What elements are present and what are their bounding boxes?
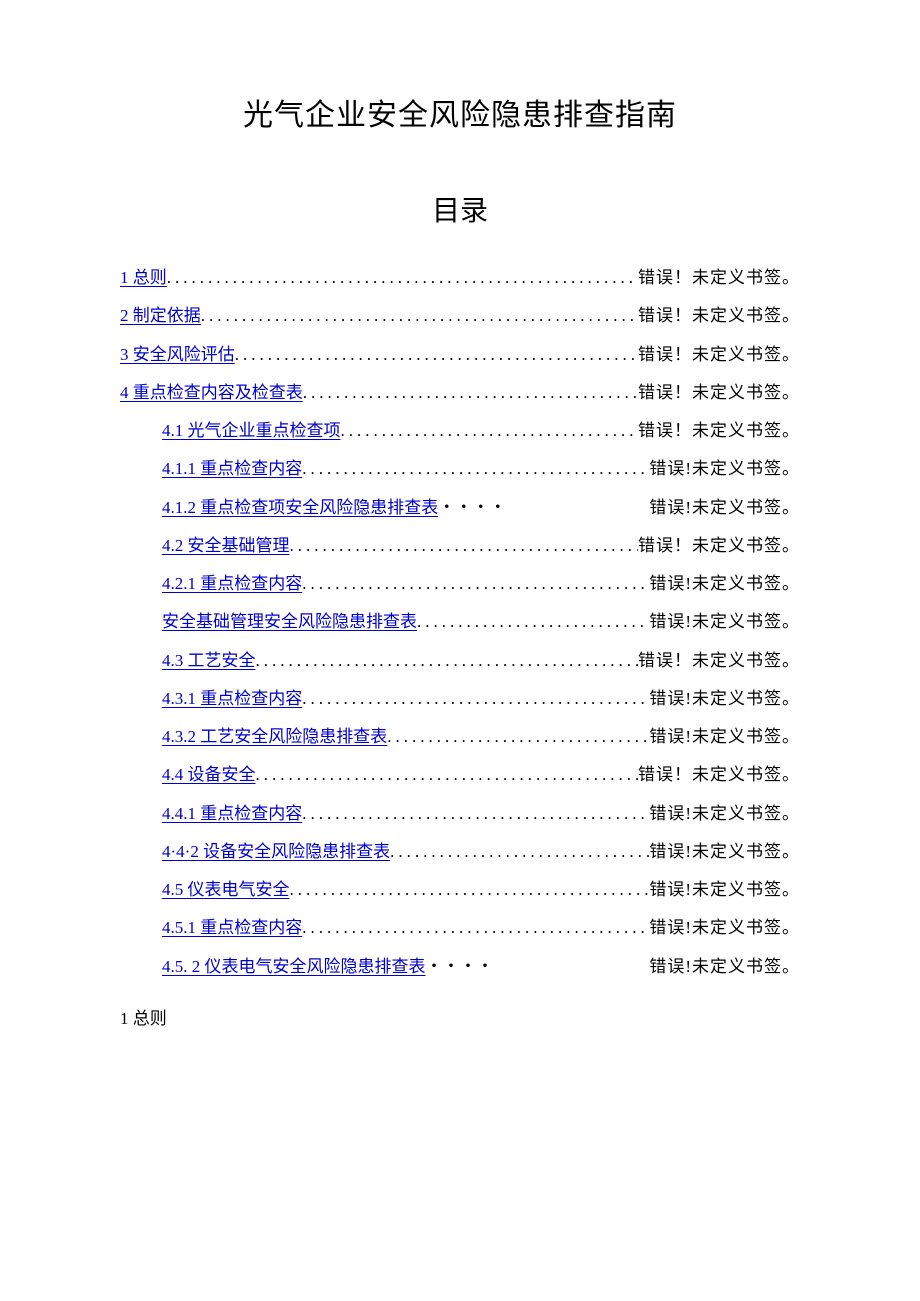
toc-page-ref: 错误!未定义书签。 bbox=[649, 833, 800, 871]
toc-page-ref: 错误！未定义书签。 bbox=[638, 336, 800, 374]
toc-item: 4.4.1 重点检查内容............................… bbox=[120, 795, 800, 833]
toc-link[interactable]: 4.3.2 工艺安全风险隐患排查表 bbox=[162, 718, 387, 756]
toc-link[interactable]: 4·4·2 设备安全风险隐患排查表 bbox=[162, 833, 390, 871]
toc-page-ref: 错误!未定义书签。 bbox=[649, 909, 800, 947]
toc-item: 4.3.2 工艺安全风险隐患排查表.......................… bbox=[120, 718, 800, 756]
toc-leader: ........................................… bbox=[235, 336, 638, 374]
toc-leader: ........................................… bbox=[302, 450, 649, 488]
toc-item: 安全基础管理安全风险隐患排查表.........................… bbox=[120, 603, 800, 641]
toc-link[interactable]: 4.2 安全基础管理 bbox=[162, 527, 290, 565]
toc-leader: ........................................… bbox=[201, 297, 638, 335]
toc-link[interactable]: 4.3.1 重点检查内容 bbox=[162, 680, 302, 718]
toc-page-ref: 错误!未定义书签。 bbox=[649, 680, 800, 718]
toc-page-ref: 错误！未定义书签。 bbox=[638, 259, 800, 297]
toc-link[interactable]: 4.1.2 重点检查项安全风险隐患排查表 bbox=[162, 489, 438, 527]
toc-item: 4.2 安全基础管理..............................… bbox=[120, 527, 800, 565]
document-title: 光气企业安全风险隐患排查指南 bbox=[120, 90, 800, 134]
toc-item: 4.5.1 重点检查内容............................… bbox=[120, 909, 800, 947]
toc-link[interactable]: 4.4.1 重点检查内容 bbox=[162, 795, 302, 833]
toc-leader: ........................................… bbox=[302, 795, 649, 833]
toc-link[interactable]: 4.3 工艺安全 bbox=[162, 642, 256, 680]
toc-leader: ・・・・ bbox=[438, 489, 649, 527]
toc-page-ref: 错误！未定义书签。 bbox=[638, 642, 800, 680]
toc-page-ref: 错误！未定义书签。 bbox=[638, 374, 800, 412]
toc-item: 2 制定依据..................................… bbox=[120, 297, 800, 335]
toc-leader: ........................................… bbox=[302, 565, 649, 603]
toc-item: 4.5 仪表电气安全..............................… bbox=[120, 871, 800, 909]
toc-leader: ........................................… bbox=[256, 756, 639, 794]
toc-leader: ........................................… bbox=[290, 871, 650, 909]
toc-item: 4.3 工艺安全................................… bbox=[120, 642, 800, 680]
toc-leader: ........................................… bbox=[417, 603, 649, 641]
toc-leader: ・・・・ bbox=[426, 948, 650, 986]
toc-page-ref: 错误!未定义书签。 bbox=[649, 450, 800, 488]
toc-page-ref: 错误!未定义书签。 bbox=[649, 795, 800, 833]
toc-leader: ........................................… bbox=[341, 412, 639, 450]
toc-item: 4·4·2 设备安全风险隐患排查表.......................… bbox=[120, 833, 800, 871]
toc-leader: ........................................… bbox=[387, 718, 649, 756]
toc-link[interactable]: 4 重点检查内容及检查表 bbox=[120, 374, 303, 412]
toc-leader: ........................................… bbox=[302, 680, 649, 718]
toc-leader: ........................................… bbox=[303, 374, 638, 412]
toc-item: 4 重点检查内容及检查表............................… bbox=[120, 374, 800, 412]
toc-title: 目录 bbox=[120, 189, 800, 229]
toc-link[interactable]: 3 安全风险评估 bbox=[120, 336, 235, 374]
toc-leader: ........................................… bbox=[390, 833, 649, 871]
toc-leader: ........................................… bbox=[167, 259, 638, 297]
toc-leader: ........................................… bbox=[256, 642, 639, 680]
toc-item: 4.2.1 重点检查内容............................… bbox=[120, 565, 800, 603]
toc-item: 3 安全风险评估................................… bbox=[120, 336, 800, 374]
toc-item: 4.4 设备安全................................… bbox=[120, 756, 800, 794]
section-heading: 1 总则 bbox=[120, 1004, 800, 1029]
toc-link[interactable]: 4.1.1 重点检查内容 bbox=[162, 450, 302, 488]
toc-page-ref: 错误!未定义书签。 bbox=[649, 948, 800, 986]
toc-link[interactable]: 1 总则 bbox=[120, 259, 167, 297]
toc-page-ref: 错误！未定义书签。 bbox=[638, 412, 800, 450]
toc-list: 1 总则....................................… bbox=[120, 259, 800, 986]
toc-link[interactable]: 2 制定依据 bbox=[120, 297, 201, 335]
toc-page-ref: 错误！未定义书签。 bbox=[638, 297, 800, 335]
toc-item: 1 总则....................................… bbox=[120, 259, 800, 297]
toc-link[interactable]: 4.2.1 重点检查内容 bbox=[162, 565, 302, 603]
toc-page-ref: 错误!未定义书签。 bbox=[649, 718, 800, 756]
toc-leader: ........................................… bbox=[290, 527, 639, 565]
toc-link[interactable]: 4.4 设备安全 bbox=[162, 756, 256, 794]
toc-item: 4.5. 2 仪表电气安全风险隐患排查表・・・・错误!未定义书签。 bbox=[120, 948, 800, 986]
toc-page-ref: 错误！未定义书签。 bbox=[638, 756, 800, 794]
toc-link[interactable]: 安全基础管理安全风险隐患排查表 bbox=[162, 603, 417, 641]
toc-item: 4.1.1 重点检查内容............................… bbox=[120, 450, 800, 488]
toc-leader: ........................................… bbox=[302, 909, 649, 947]
toc-page-ref: 错误！未定义书签。 bbox=[638, 527, 800, 565]
toc-link[interactable]: 4.5. 2 仪表电气安全风险隐患排查表 bbox=[162, 948, 426, 986]
toc-link[interactable]: 4.1 光气企业重点检查项 bbox=[162, 412, 341, 450]
toc-item: 4.1.2 重点检查项安全风险隐患排查表・・・・错误!未定义书签。 bbox=[120, 489, 800, 527]
toc-page-ref: 错误!未定义书签。 bbox=[649, 603, 800, 641]
toc-link[interactable]: 4.5 仪表电气安全 bbox=[162, 871, 290, 909]
toc-item: 4.3.1 重点检查内容............................… bbox=[120, 680, 800, 718]
toc-page-ref: 错误!未定义书签。 bbox=[649, 489, 800, 527]
toc-link[interactable]: 4.5.1 重点检查内容 bbox=[162, 909, 302, 947]
toc-page-ref: 错误!未定义书签。 bbox=[649, 871, 800, 909]
toc-page-ref: 错误!未定义书签。 bbox=[649, 565, 800, 603]
toc-item: 4.1 光气企业重点检查项...........................… bbox=[120, 412, 800, 450]
